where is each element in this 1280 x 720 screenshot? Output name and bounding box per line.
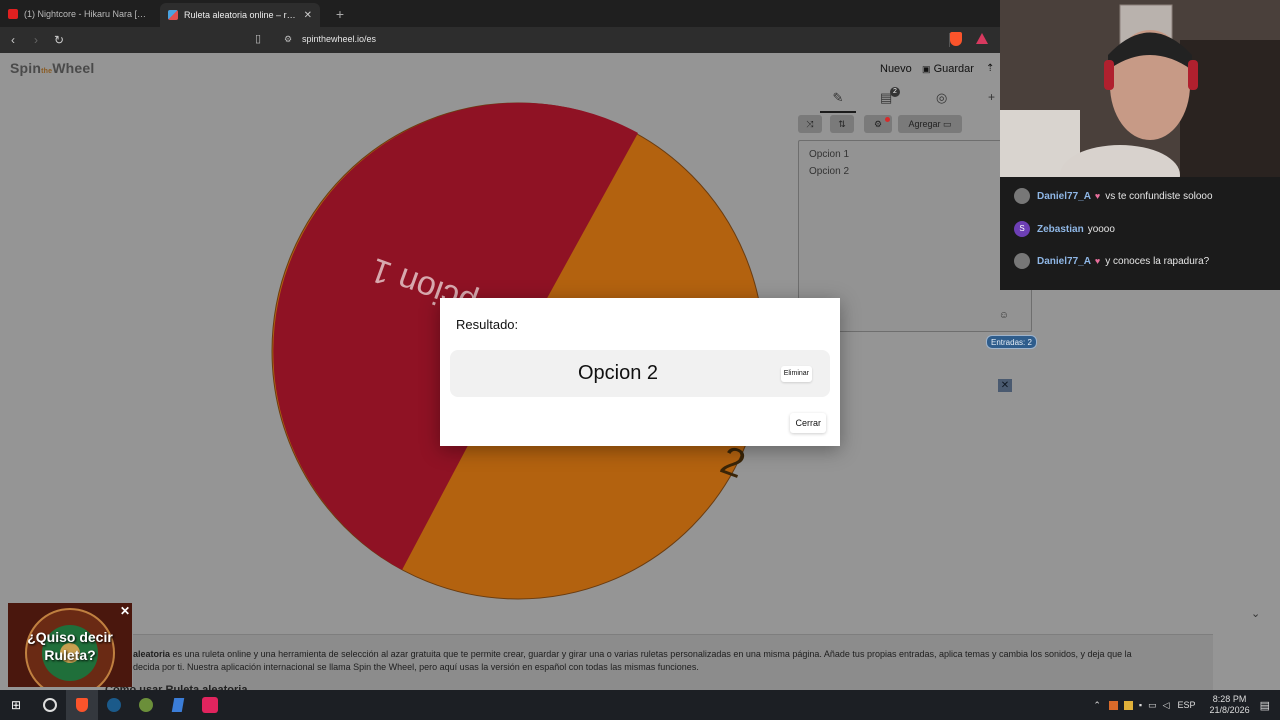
dialog-title: Resultado: [456, 317, 519, 332]
shuffle-button[interactable]: ⤨ [798, 115, 822, 133]
brave-browser-icon[interactable] [66, 690, 98, 720]
logo-part: Spin [10, 60, 42, 76]
entries-list: Opcion 1 Opcion 2 [799, 141, 1031, 180]
emoji-icon[interactable]: ☺ [999, 310, 1009, 321]
settings-gear-button[interactable]: ⚙ [864, 115, 892, 133]
tab-ruleta[interactable]: Ruleta aleatoria online – ruleta d ✕ [160, 3, 320, 27]
chat-text: y conoces la rapadura? [1105, 255, 1210, 267]
stream-chat: Daniel77_A ♥ vs te confundiste solooo S Zeba… [1000, 177, 1280, 290]
avatar [1014, 253, 1030, 269]
chat-message: Daniel77_A ♥ y conoces la rapadura? [1014, 252, 1209, 270]
results-count-badge: 2 [890, 87, 900, 97]
system-tray: ⌃ ▪ ▭ ◁ ESP 8:28 PM 21/8/2026 ▤ [1093, 690, 1280, 720]
chevron-up-icon[interactable]: ⌃ [1093, 700, 1101, 711]
result-dialog: Resultado: Opcion 2 Eliminar Cerrar [440, 298, 840, 446]
clock-time: 8:28 PM [1212, 694, 1247, 704]
logo-accent: the [41, 68, 53, 75]
address-bar: ‹ › ↻ ▯ ⚙ spinthewheel.io/es [0, 27, 1000, 53]
browser-tab-bar: (1) Nightcore - Hikaru Nara [Shig Ruleta… [0, 0, 1000, 27]
description-text: aleatoria es una ruleta online y una her… [133, 634, 1213, 690]
avatar [1014, 188, 1030, 204]
url-field[interactable]: spinthewheel.io/es [302, 34, 376, 44]
chat-username[interactable]: Daniel77_A [1037, 191, 1091, 202]
chat-username[interactable]: Daniel77_A [1037, 256, 1091, 267]
xbox-icon[interactable] [130, 690, 162, 720]
page-content-overflow [1000, 290, 1280, 690]
chat-text: yoooo [1087, 223, 1115, 235]
heart-badge-icon: ♥ [1094, 256, 1101, 266]
notification-dot [885, 117, 890, 122]
new-button[interactable]: Nuevo [880, 63, 912, 75]
obs-icon[interactable] [34, 690, 66, 720]
forward-icon[interactable]: › [26, 33, 46, 47]
heart-badge-icon: ♥ [1094, 191, 1101, 201]
tab-youtube[interactable]: (1) Nightcore - Hikaru Nara [Shig [0, 0, 160, 27]
spinthewheel-favicon-icon [168, 10, 178, 20]
tiktok-icon[interactable] [194, 690, 226, 720]
avatar: S [1014, 221, 1030, 237]
tab-hidden-eye-icon[interactable]: ◎ [936, 90, 947, 106]
entry-line[interactable]: Opcion 2 [809, 163, 1031, 180]
add-tab-plus-icon[interactable]: + [988, 90, 995, 104]
chevron-down-icon[interactable]: ⌄ [1251, 607, 1260, 620]
chat-message: Daniel77_A ♥ vs te confundiste solooo [1014, 187, 1213, 205]
logo-part: Wheel [52, 60, 95, 76]
add-image-button[interactable]: Agregar ▭ [898, 115, 962, 133]
app-icon[interactable] [162, 690, 194, 720]
tray-app-icon[interactable] [1123, 700, 1133, 710]
youtube-icon [8, 8, 18, 19]
brave-shields-icon[interactable] [950, 32, 962, 46]
new-tab-button[interactable]: + [330, 4, 350, 24]
volume-icon[interactable]: ◁ [1163, 700, 1170, 711]
entry-line[interactable]: Opcion 1 [809, 146, 1031, 163]
windows-taskbar: ⊞ ⌃ ▪ ▭ ◁ ESP 8:28 PM 21/8/2026 ▤ [0, 690, 1280, 720]
editor-tabs: ✎ ▤ 2 ◎ + [798, 86, 998, 113]
description-line-2: decida por ti. Nuestra aplicación intern… [133, 662, 699, 672]
image-icon: ▭ [943, 118, 952, 129]
chat-username[interactable]: Zebastian [1037, 224, 1084, 235]
reload-icon[interactable]: ↻ [49, 33, 69, 47]
network-icon[interactable]: ▭ [1148, 700, 1157, 711]
chat-text: vs te confundiste solooo [1105, 190, 1213, 202]
entries-count-badge: Entradas: 2 [986, 335, 1037, 349]
tab-edit-pencil-icon[interactable]: ✎ [820, 90, 856, 113]
back-icon[interactable]: ‹ [3, 33, 23, 47]
save-button[interactable]: ▣ Guardar [922, 63, 974, 75]
delete-button[interactable]: Eliminar [780, 366, 812, 382]
clock[interactable]: 8:28 PM 21/8/2026 [1210, 694, 1250, 716]
description-bold: aleatoria [133, 649, 171, 659]
site-info-icon[interactable]: ⚙ [284, 34, 292, 45]
bookmark-icon[interactable]: ▯ [255, 32, 261, 45]
tray-app-icon[interactable]: ▪ [1139, 700, 1142, 710]
clock-date: 21/8/2026 [1209, 705, 1250, 715]
site-logo[interactable]: SpintheWheel [10, 60, 94, 76]
webcam-image [1000, 0, 1280, 177]
close-tab-icon[interactable]: ✕ [304, 10, 312, 21]
result-box: Opcion 2 Eliminar [450, 350, 830, 397]
tray-app-icon[interactable] [1108, 700, 1118, 710]
language-indicator[interactable]: ESP [1178, 700, 1196, 710]
chat-message: S Zebastian yoooo [1014, 220, 1115, 238]
result-value: Opcion 2 [577, 362, 659, 384]
save-icon: ▣ [922, 64, 931, 74]
description-rest: es una ruleta online y una herramienta d… [170, 649, 1132, 659]
save-label: Guardar [933, 63, 974, 75]
add-label: Agregar [908, 119, 941, 129]
more-icon[interactable]: ⇡ [986, 63, 994, 74]
tab-results-clipboard-icon[interactable]: ▤ 2 [880, 87, 900, 106]
windows-start-icon[interactable]: ⊞ [0, 690, 32, 720]
brave-rewards-icon[interactable] [976, 33, 988, 44]
notifications-icon[interactable]: ▤ [1260, 699, 1270, 712]
steam-icon[interactable] [98, 690, 130, 720]
tab-title: Ruleta aleatoria online – ruleta d [184, 10, 298, 20]
webcam-feed [1000, 0, 1280, 177]
close-ad-button[interactable]: ✕ [120, 604, 130, 618]
ad-text: ¿Quiso decir Ruleta? [27, 629, 113, 663]
sort-button[interactable]: ⇅ [830, 115, 854, 133]
tab-title: (1) Nightcore - Hikaru Nara [Shig [24, 8, 152, 19]
close-button[interactable]: Cerrar [790, 413, 826, 433]
promo-ad[interactable]: ¿Quiso decir Ruleta? ✕ [8, 603, 132, 687]
close-ad-icon[interactable]: ✕ [998, 379, 1012, 392]
